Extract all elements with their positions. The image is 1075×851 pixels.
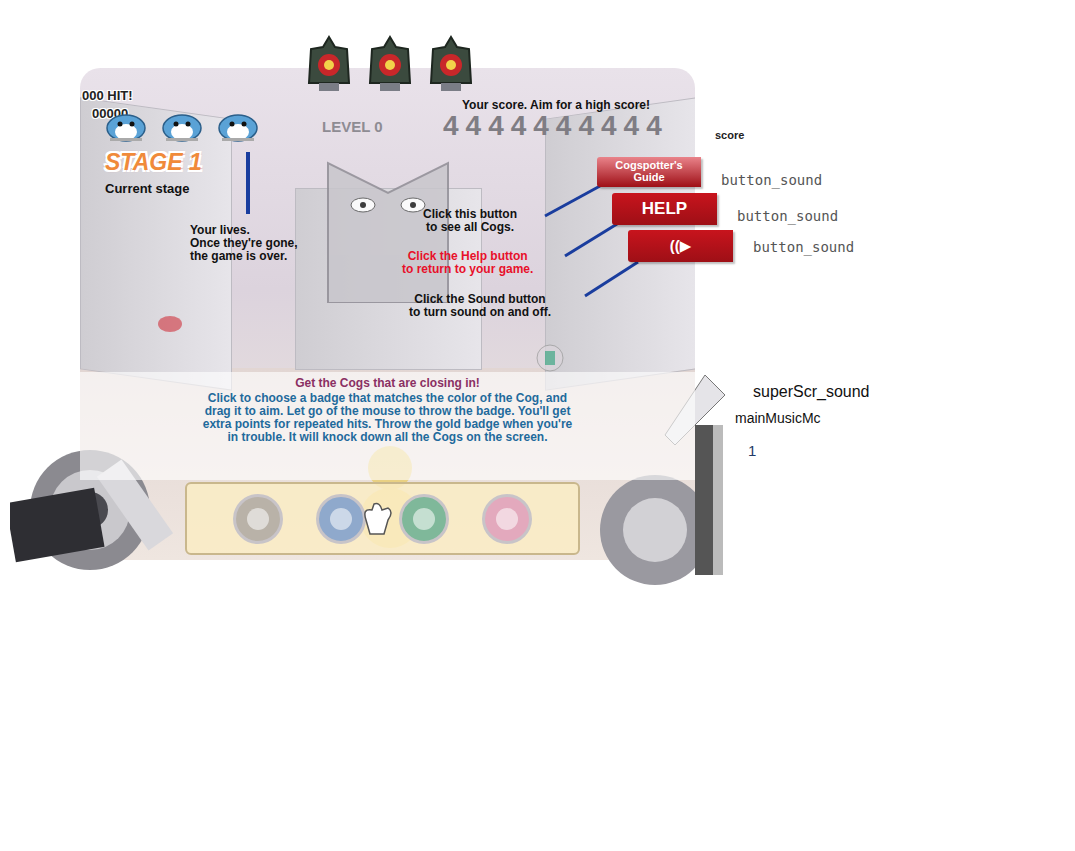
help-line: Click the Sound button bbox=[409, 293, 551, 306]
badge-button[interactable] bbox=[482, 494, 532, 544]
level-label: LEVEL 0 bbox=[322, 118, 383, 135]
menu-button[interactable]: Cogspotter's Guide bbox=[597, 157, 701, 187]
badge-emblem-icon bbox=[330, 508, 352, 530]
hydrant-icon bbox=[155, 313, 185, 335]
help-line: to see all Cogs. bbox=[423, 221, 517, 234]
instructions-line: in trouble. It will knock down all the C… bbox=[227, 431, 547, 444]
badge-button[interactable] bbox=[316, 494, 366, 544]
instructions-panel: Get the Cogs that are closing in! Click t… bbox=[80, 372, 695, 480]
cog-icon bbox=[366, 35, 414, 93]
score-display: 4444444444 bbox=[443, 110, 669, 142]
help-line: the game is over. bbox=[190, 250, 298, 263]
button-help: Click the Help buttonto return to your g… bbox=[402, 250, 533, 276]
menu-button[interactable]: HELP bbox=[612, 193, 717, 225]
hand-cursor-icon bbox=[358, 500, 398, 540]
badge-emblem-icon bbox=[496, 508, 518, 530]
help-line: Once they're gone, bbox=[190, 237, 298, 250]
button-tag: button_sound bbox=[753, 239, 854, 255]
life-icon bbox=[104, 108, 148, 142]
lives-help: Your lives.Once they're gone,the game is… bbox=[190, 224, 298, 263]
life-icon bbox=[216, 108, 260, 142]
hit-counter: 000 HIT! bbox=[82, 88, 133, 103]
debug-label: 1 bbox=[748, 442, 756, 459]
button-help: Click this buttonto see all Cogs. bbox=[423, 208, 517, 234]
debug-label: superScr_sound bbox=[753, 383, 870, 401]
target-icon bbox=[535, 343, 565, 373]
badge-emblem-icon bbox=[413, 508, 435, 530]
help-line: Click the Help button bbox=[402, 250, 533, 263]
badge-emblem-icon bbox=[247, 508, 269, 530]
instructions-line: Click to choose a badge that matches the… bbox=[208, 392, 567, 405]
help-line: Click this button bbox=[423, 208, 517, 221]
score-tag: score bbox=[715, 129, 744, 141]
cog-icon bbox=[427, 35, 475, 93]
badge-button[interactable] bbox=[233, 494, 283, 544]
help-line: Your lives. bbox=[190, 224, 298, 237]
button-tag: button_sound bbox=[737, 208, 838, 224]
stage-caption: Current stage bbox=[105, 182, 190, 195]
button-help: Click the Sound buttonto turn sound on a… bbox=[409, 293, 551, 319]
instructions-line: drag it to aim. Let go of the mouse to t… bbox=[205, 405, 571, 418]
instructions-title: Get the Cogs that are closing in! bbox=[295, 377, 480, 390]
badge-button[interactable] bbox=[399, 494, 449, 544]
game-screen: 000 HIT!00000STAGE 1Current stageLEVEL 0… bbox=[0, 0, 1075, 851]
stage-label: STAGE 1 bbox=[105, 149, 202, 176]
instructions-line: extra points for repeated hits. Throw th… bbox=[203, 418, 573, 431]
menu-button[interactable]: ((▶ bbox=[628, 230, 733, 262]
help-line: to return to your game. bbox=[402, 263, 533, 276]
button-tag: button_sound bbox=[721, 172, 822, 188]
cog-icon bbox=[305, 35, 353, 93]
help-line: to turn sound on and off. bbox=[409, 306, 551, 319]
life-icon bbox=[160, 108, 204, 142]
debug-label: mainMusicMc bbox=[735, 410, 821, 426]
